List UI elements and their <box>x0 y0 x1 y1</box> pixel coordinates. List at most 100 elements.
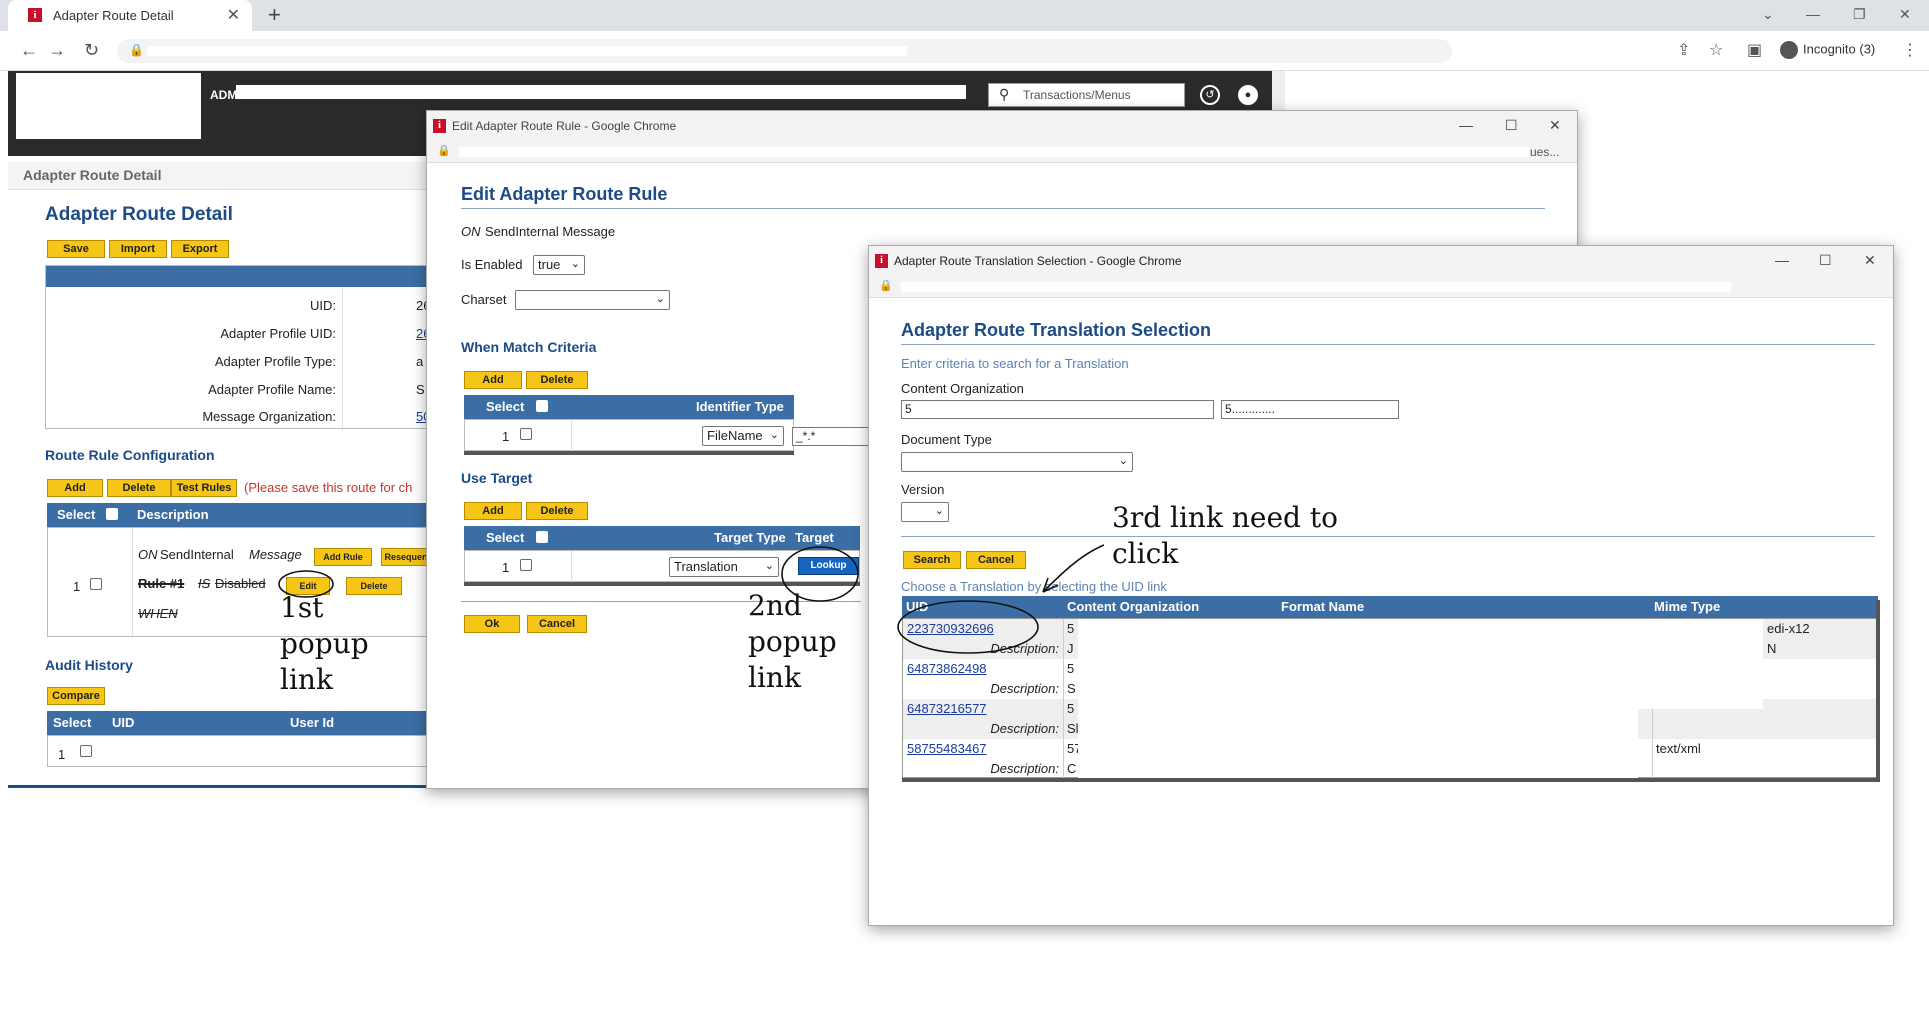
browser-tab[interactable]: i Adapter Route Detail ✕ <box>8 0 252 31</box>
forward-icon[interactable]: → <box>48 40 66 61</box>
charset-select[interactable]: ⌄ <box>515 290 670 310</box>
row-checkbox[interactable] <box>90 578 102 590</box>
favicon-icon: i <box>433 119 446 133</box>
identifier-type-select[interactable]: FileName ⌄ <box>702 426 784 446</box>
rule-label: Rule #1 <box>138 576 185 591</box>
add-rule-config-button[interactable]: Add <box>47 479 103 497</box>
url-redacted <box>901 282 1731 292</box>
col-format-name: Format Name <box>1281 599 1365 614</box>
tab-search-icon[interactable]: ⌄ <box>1762 6 1774 23</box>
ok-button[interactable]: Ok <box>464 615 520 633</box>
document-type-select[interactable]: ⌄ <box>901 452 1133 472</box>
description-value: C <box>1067 761 1077 776</box>
save-button[interactable]: Save <box>47 240 105 258</box>
test-rules-button[interactable]: Test Rules <box>171 479 237 497</box>
choose-hint: Choose a Translation by selecting the UI… <box>901 579 1167 594</box>
description-label: Description: <box>990 681 1059 696</box>
favicon-icon: i <box>875 254 888 268</box>
uid-link[interactable]: 64873216577 <box>907 701 987 716</box>
delete-match-button[interactable]: Delete <box>526 371 588 389</box>
close-icon[interactable]: ✕ <box>1549 117 1561 134</box>
resequence-button[interactable]: Resequen <box>381 548 431 566</box>
maximize-icon[interactable]: ☐ <box>1505 117 1518 134</box>
minimize-icon[interactable]: — <box>1775 252 1789 268</box>
row-checkbox[interactable] <box>80 745 92 757</box>
content-org-label: Content Organization <box>901 381 1024 396</box>
compare-button[interactable]: Compare <box>47 687 105 705</box>
table-shadow <box>464 582 860 586</box>
audit-table-header: Select UID User Id <box>47 711 430 735</box>
content-org-name-input[interactable]: 5............. <box>1221 400 1399 419</box>
target-type-select[interactable]: Translation ⌄ <box>669 557 779 577</box>
delete-target-button[interactable]: Delete <box>526 502 588 520</box>
description-value: J <box>1067 641 1074 656</box>
divider <box>132 528 133 638</box>
user-icon[interactable]: ● <box>1238 85 1258 105</box>
message-text: Message <box>249 547 302 562</box>
export-button[interactable]: Export <box>171 240 229 258</box>
select-all-checkbox[interactable] <box>536 400 548 412</box>
minimize-icon[interactable]: — <box>1459 117 1473 133</box>
minimize-icon[interactable]: — <box>1806 6 1820 22</box>
col-uid: UID <box>906 599 929 614</box>
col-content-org: Content Organization <box>1067 599 1200 614</box>
new-tab-icon[interactable]: + <box>268 2 281 28</box>
cancel-button[interactable]: Cancel <box>527 615 587 633</box>
bookmark-star-icon[interactable]: ☆ <box>1709 40 1723 60</box>
add-rule-button[interactable]: Add Rule <box>314 548 372 566</box>
close-icon[interactable]: ✕ <box>1864 252 1876 269</box>
add-target-button[interactable]: Add <box>464 502 522 520</box>
back-icon[interactable]: ← <box>20 40 38 61</box>
uid-link[interactable]: 223730932696 <box>907 621 994 636</box>
table-shadow <box>1876 600 1880 780</box>
close-tab-icon[interactable]: ✕ <box>227 5 240 25</box>
table-shadow <box>902 778 1880 782</box>
identifier-type-value: FileName <box>707 428 763 443</box>
target-type-value: Translation <box>674 559 738 574</box>
mime-type-cell: text/xml <box>1656 741 1701 756</box>
col-description: Description <box>137 507 209 522</box>
add-match-button[interactable]: Add <box>464 371 522 389</box>
address-bar[interactable]: 🔒 <box>117 39 1452 63</box>
page-title: Adapter Route Detail <box>45 204 233 225</box>
annotation-second-popup: 2nd popup link <box>748 589 837 694</box>
window-title: Edit Adapter Route Rule - Google Chrome <box>452 119 677 133</box>
row-checkbox[interactable] <box>520 559 532 571</box>
lookup-button[interactable]: Lookup <box>798 557 859 575</box>
restore-icon[interactable]: ❐ <box>1853 6 1866 23</box>
search-hint: Enter criteria to search for a Translati… <box>901 356 1129 371</box>
on-value: SendInternal Message <box>485 224 616 239</box>
content-org-input[interactable]: 5 <box>901 400 1214 419</box>
select-all-checkbox[interactable] <box>536 531 548 543</box>
share-icon[interactable]: ⇪ <box>1677 40 1690 60</box>
row-checkbox[interactable] <box>520 428 532 440</box>
tab-strip: i Adapter Route Detail ✕ + ⌄ — ❐ ✕ <box>0 0 1929 31</box>
maximize-icon[interactable]: ☐ <box>1819 252 1832 269</box>
version-select[interactable]: ⌄ <box>901 502 949 522</box>
side-panel-icon[interactable]: ▣ <box>1747 40 1762 60</box>
close-window-icon[interactable]: ✕ <box>1899 6 1911 23</box>
col-select: Select <box>486 530 525 545</box>
menu-kebab-icon[interactable]: ⋮ <box>1902 40 1918 60</box>
transactions-search-input[interactable]: ⚲ Transactions/Menus <box>988 83 1185 107</box>
page-bottom-rule <box>8 785 428 788</box>
history-icon[interactable]: ↺ <box>1200 85 1220 105</box>
col-user-id: User Id <box>290 715 335 730</box>
is-enabled-select[interactable]: true ⌄ <box>533 255 585 275</box>
delete-rule-config-button[interactable]: Delete <box>107 479 171 497</box>
identifier-value-input[interactable]: _*.* <box>792 427 872 446</box>
description-value: S <box>1067 681 1076 696</box>
reload-icon[interactable]: ↻ <box>84 40 99 61</box>
import-button[interactable]: Import <box>109 240 167 258</box>
profile-type-label: Adapter Profile Type: <box>214 354 336 369</box>
panel-header <box>46 266 429 287</box>
select-all-checkbox[interactable] <box>106 508 118 520</box>
incognito-indicator[interactable]: Incognito (3) <box>1780 41 1875 59</box>
search-button[interactable]: Search <box>903 551 961 569</box>
popup-title: Edit Adapter Route Rule <box>461 184 668 204</box>
uid-link[interactable]: 64873862498 <box>907 661 987 676</box>
on-text: ON <box>138 547 158 562</box>
profile-uid-label: Adapter Profile UID: <box>220 326 336 341</box>
uid-link[interactable]: 58755483467 <box>907 741 987 756</box>
cancel-button[interactable]: Cancel <box>966 551 1026 569</box>
